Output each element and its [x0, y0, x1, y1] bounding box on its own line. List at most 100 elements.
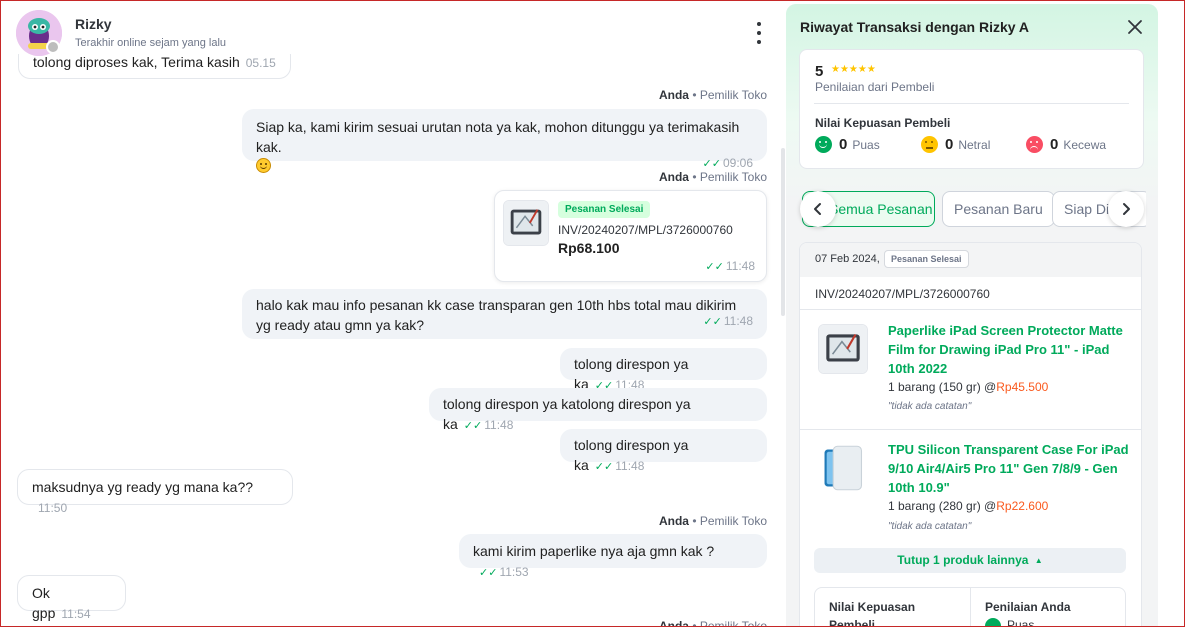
order-status-badge: Pesanan Selesai — [884, 250, 969, 268]
message-bubble-outgoing: tolong direspon ya ka ✓✓ 11:48 — [560, 429, 767, 473]
message-text: Ok gpp — [32, 585, 56, 621]
your-rating-title: Penilaian Anda — [985, 600, 1071, 614]
product-quantity: 1 barang (280 gr) @Rp22.600 — [888, 499, 1048, 513]
happy-face-icon — [815, 136, 832, 153]
rating-stars-icon: ★★★★★ — [831, 64, 876, 75]
sender-role: Pemilik Toko — [699, 619, 767, 627]
rating-score: 5 — [815, 63, 824, 80]
message-bubble-incoming: maksudnya yg ready yg mana ka?? 11:50 — [17, 469, 293, 515]
order-attachment-card[interactable]: Pesanan Selesai INV/20240207/MPL/3726000… — [494, 190, 767, 282]
product-thumbnail — [503, 200, 549, 246]
filter-chip-pesanan-baru[interactable]: Pesanan Baru — [942, 191, 1055, 227]
your-rating-label: Puas — [1007, 618, 1035, 627]
contact-last-seen: Terakhir online sejam yang lalu — [75, 37, 227, 49]
message-bubble-incoming: Ok gpp 11:54 — [17, 575, 126, 621]
double-check-icon: ✓✓ — [705, 261, 724, 273]
product-price: Rp22.600 — [996, 499, 1049, 513]
buyer-rating-card: 5 ★★★★★ Penilaian dari Pembeli Nilai Kep… — [799, 49, 1144, 169]
message-time: 11:54 — [61, 607, 91, 621]
sender-name: Anda — [658, 88, 689, 102]
message-time: 11:50 — [38, 501, 68, 515]
message-time: 11:48 — [723, 314, 753, 328]
satisfaction-count: 0 — [839, 136, 848, 153]
panel-title: Riwayat Transaksi dengan Rizky A — [800, 19, 1030, 35]
contact-name[interactable]: Rizky — [75, 16, 112, 32]
product-qty-text: 1 barang (280 gr) @ — [888, 499, 997, 513]
message-text: maksudnya yg ready yg mana ka?? — [32, 479, 254, 495]
double-check-icon: ✓✓ — [479, 567, 498, 579]
message-bubble-outgoing: Siap ka, kami kirim sesuai urutan nota y… — [242, 109, 767, 173]
chat-pane: tolong diproses kak, Terima kasih 05.15 R… — [0, 0, 786, 627]
rating-summary-box: Nilai Kepuasan Pembeli Penilaian Anda Pu… — [814, 587, 1126, 627]
chevron-left-icon[interactable] — [800, 191, 836, 227]
order-status-badge: Pesanan Selesai — [558, 201, 651, 218]
product-thumbnail[interactable] — [818, 324, 868, 374]
chat-scrollbar[interactable] — [781, 148, 785, 316]
satisfaction-label: Puas — [852, 137, 880, 152]
satisfaction-title: Nilai Kepuasan Pembeli — [815, 116, 951, 130]
message-text: Siap ka, kami kirim sesuai urutan nota y… — [256, 119, 740, 155]
satisfaction-count: 0 — [945, 136, 954, 153]
sender-label: Anda • Pemilik Toko — [658, 170, 767, 184]
sender-role: Pemilik Toko — [699, 170, 767, 184]
sender-label: Anda • Pemilik Toko — [659, 619, 767, 627]
sad-face-icon — [1026, 136, 1043, 153]
sender-name: Anda — [658, 514, 689, 528]
product-quantity: 1 barang (150 gr) @Rp45.500 — [888, 380, 1048, 394]
message-time: 09:06 — [722, 156, 753, 170]
double-check-icon: ✓✓ — [703, 316, 722, 328]
product-qty-text: 1 barang (150 gr) @ — [888, 380, 997, 394]
satisfaction-label: Netral — [958, 137, 991, 152]
transaction-history-panel: Riwayat Transaksi dengan Rizky A 5 ★★★★★… — [786, 4, 1158, 627]
neutral-face-icon — [921, 136, 938, 153]
double-check-icon: ✓✓ — [702, 158, 721, 170]
message-text: halo kak mau info pesanan kk case transp… — [256, 297, 737, 333]
order-date: 07 Feb 2024, — [815, 253, 880, 265]
satisfaction-kecewa: 0 Kecewa — [1026, 136, 1106, 153]
divider — [800, 309, 1141, 310]
message-bubble-outgoing: kami kirim paperlike nya aja gmn kak ? ✓✓… — [459, 534, 767, 579]
message-text: kami kirim paperlike nya aja gmn kak ? — [473, 543, 715, 559]
sender-label: Anda • Pemilik Toko — [658, 88, 767, 102]
message-time: 05.15 — [245, 56, 276, 70]
order-filter-tabs: Semua Pesanan Pesanan Baru Siap Dikirim — [798, 191, 1146, 227]
order-detail-card: 07 Feb 2024, Pesanan Selesai INV/2024020… — [799, 242, 1142, 627]
collapse-products-button[interactable]: Tutup 1 produk lainnya ▲ — [814, 548, 1126, 573]
message-bubble-outgoing: tolong direspon ya katolong direspon ya … — [429, 388, 767, 432]
product-name[interactable]: Paperlike iPad Screen Protector Matte Fi… — [888, 321, 1138, 378]
divider — [970, 588, 971, 627]
message-time: 11:48 — [725, 259, 755, 273]
smile-emoji-icon — [256, 158, 271, 173]
message-time: 11:53 — [499, 565, 529, 579]
divider — [814, 103, 1129, 104]
product-note: "tidak ada catatan" — [888, 401, 972, 412]
divider — [800, 429, 1141, 430]
satisfaction-puas: 0 Puas — [815, 136, 880, 153]
sender-role: Pemilik Toko — [699, 88, 767, 102]
product-thumbnail[interactable] — [818, 443, 868, 493]
product-price: Rp45.500 — [996, 380, 1049, 394]
online-status-indicator — [46, 40, 60, 54]
order-price: Rp68.100 — [558, 240, 620, 256]
rating-label: Penilaian dari Pembeli — [815, 80, 935, 94]
happy-face-icon — [985, 618, 1001, 627]
message-time: 11:48 — [484, 418, 514, 432]
message-bubble-outgoing: halo kak mau info pesanan kk case transp… — [242, 289, 767, 339]
message-text: tolong diproses kak, Terima kasih — [33, 54, 240, 70]
double-check-icon: ✓✓ — [463, 420, 483, 432]
satisfaction-netral: 0 Netral — [921, 136, 990, 153]
close-icon[interactable] — [1126, 18, 1144, 36]
chevron-right-icon[interactable] — [1108, 191, 1144, 227]
double-check-icon: ✓✓ — [594, 461, 614, 473]
product-name[interactable]: TPU Silicon Transparent Case For iPad 9/… — [888, 440, 1138, 497]
your-rating-value: Puas — [985, 618, 1034, 627]
message-time: 11:48 — [615, 459, 645, 473]
order-invoice[interactable]: INV/20240207/MPL/3726000760 — [815, 287, 990, 301]
kebab-menu-icon[interactable] — [752, 22, 766, 44]
satisfaction-label: Kecewa — [1063, 137, 1107, 152]
sender-role: Pemilik Toko — [699, 514, 767, 528]
chevron-up-icon: ▲ — [1034, 556, 1043, 565]
product-note: "tidak ada catatan" — [888, 521, 972, 532]
sender-name: Anda — [658, 619, 689, 627]
order-invoice: INV/20240207/MPL/3726000760 — [558, 223, 733, 237]
